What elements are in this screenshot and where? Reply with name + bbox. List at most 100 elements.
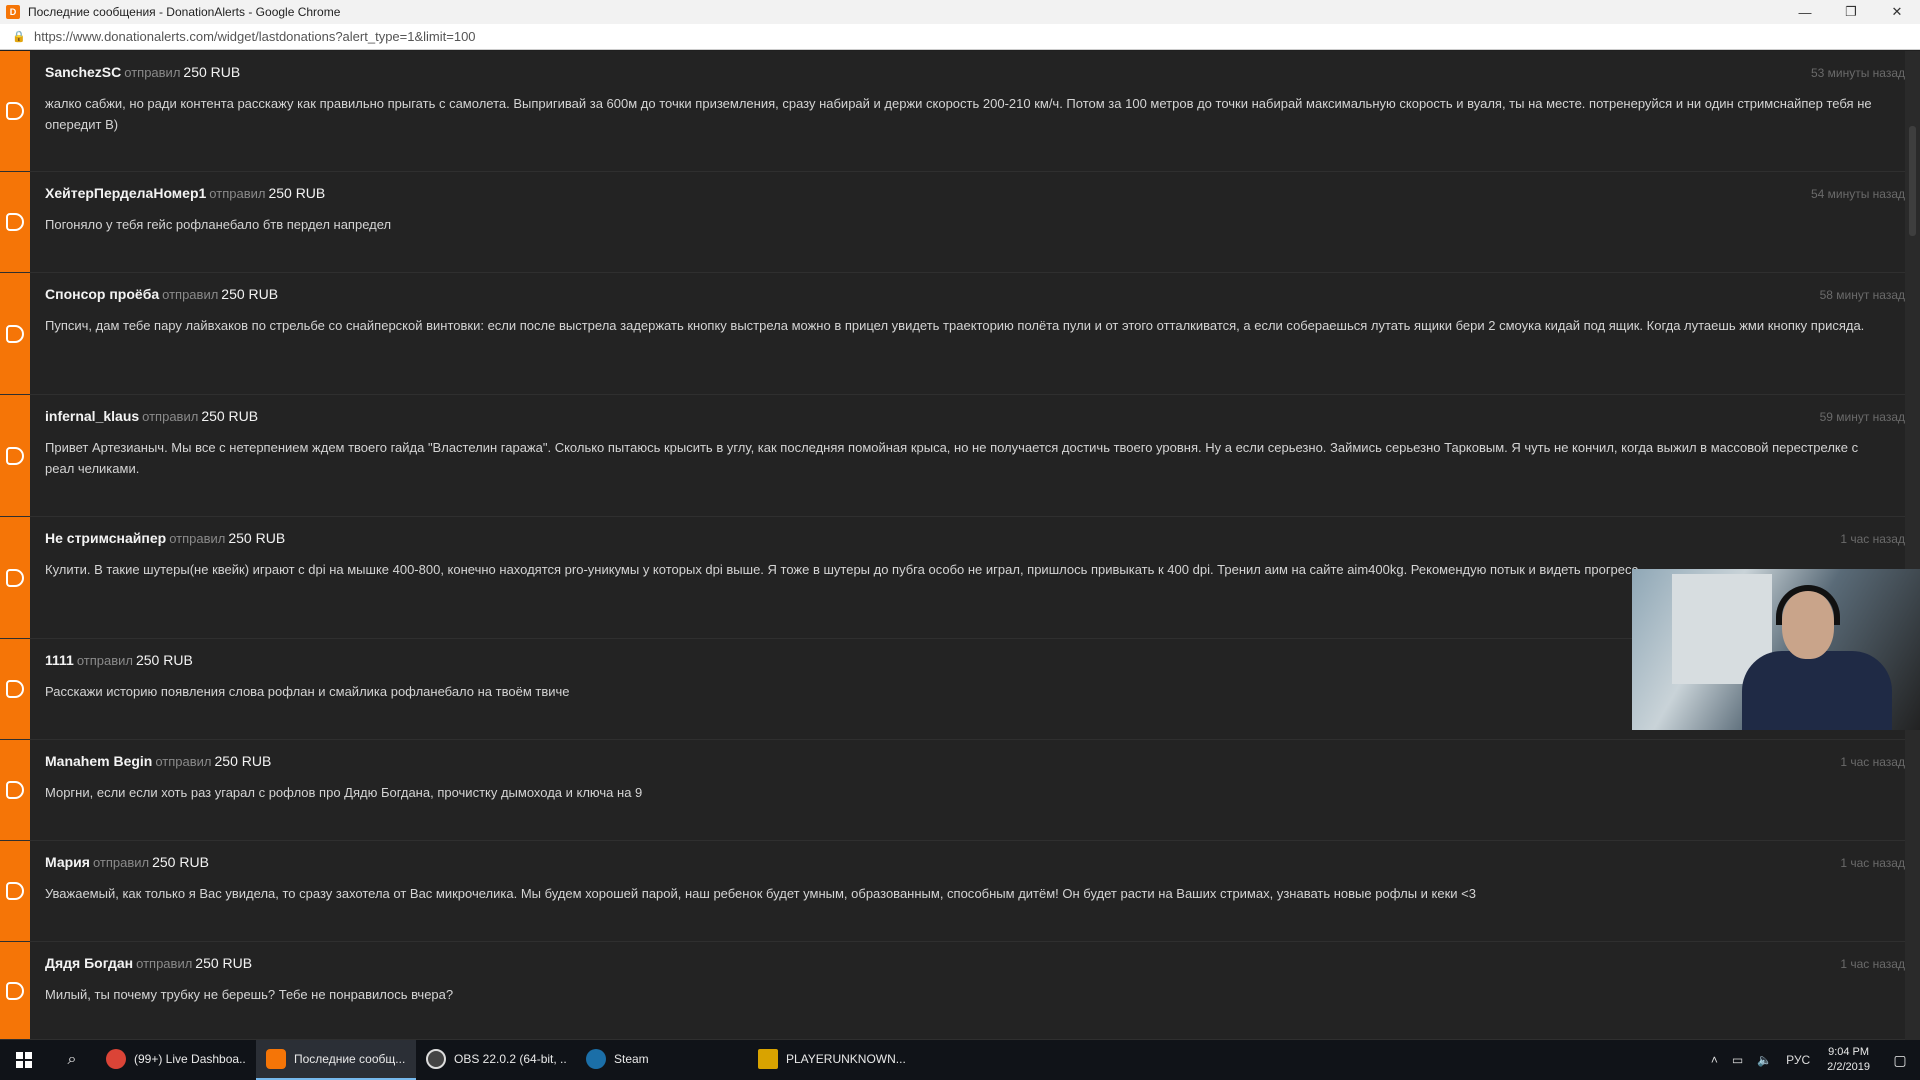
donation-amount: 250 RUB — [201, 408, 259, 424]
donation-time: 58 минут назад — [1819, 288, 1905, 302]
donation-header: Manahem Begin отправил 250 RUB — [45, 753, 271, 769]
donation-time: 53 минуты назад — [1810, 66, 1905, 80]
clock-time: 9:04 PM — [1828, 1046, 1870, 1058]
donation-message: жалко сабжи, но ради контента расскажу к… — [45, 96, 1872, 132]
taskbar-item-chrome[interactable]: (99+) Live Dashboa... — [96, 1040, 256, 1080]
steam-icon — [586, 1049, 606, 1069]
donation-item: Manahem Begin отправил 250 RUB 1 час назад… — [0, 740, 1905, 841]
windows-logo-icon — [16, 1052, 32, 1068]
start-button[interactable] — [0, 1040, 48, 1080]
donationalerts-logo-icon — [6, 781, 24, 799]
donor-name: Спонсор проёба — [45, 286, 160, 302]
donation-item: infernal_klaus отправил 250 RUB 59 минут н… — [0, 395, 1905, 517]
donation-strip — [0, 172, 30, 272]
donations-list: SanchezSC отправил 250 RUB 53 минуты назад… — [0, 51, 1920, 1040]
donationalerts-icon: D — [6, 5, 20, 19]
language-indicator[interactable]: РУС — [1779, 1053, 1817, 1067]
donationalerts-logo-icon — [6, 981, 24, 1000]
donation-strip — [0, 51, 30, 171]
donation-amount: 250 RUB — [228, 530, 286, 546]
scrollbar-thumb[interactable] — [1909, 126, 1916, 236]
lock-icon: 🔒 — [12, 31, 26, 43]
donation-verb: отправил — [169, 531, 226, 546]
donationalerts-icon — [266, 1049, 286, 1069]
donation-strip — [0, 639, 30, 739]
donation-header: Не стримснайпер отправил 250 RUB — [45, 530, 285, 546]
vertical-scrollbar[interactable] — [1905, 51, 1920, 1040]
windows-taskbar: ⌕ (99+) Live Dashboa... Последние сообщ.… — [0, 1040, 1920, 1080]
search-icon[interactable]: ⌕ — [48, 1040, 96, 1080]
donor-name: Мария — [45, 854, 90, 870]
taskbar-item-label: Последние сообщ... — [294, 1052, 406, 1066]
donation-verb: отправил — [76, 653, 133, 668]
donation-time: 54 минуты назад — [1810, 187, 1905, 201]
network-icon[interactable]: ▭ — [1725, 1053, 1750, 1067]
minimize-button[interactable]: — — [1782, 0, 1828, 24]
donation-amount: 250 RUB — [135, 652, 193, 668]
donation-verb: отправил — [92, 855, 150, 870]
donor-name: SanchezSC — [45, 64, 122, 80]
donation-header: 1111 отправил 250 RUB — [45, 652, 193, 668]
donor-name: Не стримснайпер — [45, 530, 167, 546]
pubg-icon — [758, 1049, 778, 1069]
volume-icon[interactable]: 🔈 — [1750, 1053, 1779, 1067]
donor-name: infernal_klaus — [45, 408, 140, 424]
donation-time: 1 час назад — [1840, 532, 1905, 546]
donor-name: Дядя Богдан — [45, 955, 134, 971]
donation-item: Не стримснайпер отправил 250 RUB 1 час наз… — [0, 517, 1905, 639]
clock[interactable]: 9:04 PM 2/2/2019 — [1817, 1045, 1880, 1075]
donation-time: 1 час назад — [1840, 755, 1905, 769]
taskbar-item-donationalerts[interactable]: Последние сообщ... — [256, 1040, 416, 1080]
taskbar-item-obs[interactable]: OBS 22.0.2 (64-bit, ... — [416, 1040, 576, 1080]
donation-amount: 250 RUB — [214, 753, 272, 769]
donation-header: Дядя Богдан отправил 250 RUB — [45, 955, 252, 971]
notification-icon[interactable]: ▢ — [1880, 1052, 1920, 1069]
taskbar-item-steam[interactable]: Steam — [576, 1040, 736, 1080]
webcam-person-body — [1742, 651, 1892, 730]
donation-strip — [0, 395, 30, 516]
donationalerts-logo-icon — [6, 324, 24, 343]
donation-message: Моргни, если если хоть раз угарал с рофл… — [45, 785, 643, 800]
donation-header: Мария отправил 250 RUB — [45, 854, 209, 870]
headset-icon — [1776, 585, 1840, 625]
donation-amount: 250 RUB — [221, 286, 279, 302]
system-tray: ˄ ▭ 🔈 РУС 9:04 PM 2/2/2019 ▢ — [1704, 1040, 1920, 1080]
taskbar-item-pubg[interactable]: PLAYERUNKNOWN... — [748, 1040, 948, 1080]
clock-date: 2/2/2019 — [1827, 1061, 1870, 1073]
address-bar[interactable]: 🔒 https://www.donationalerts.com/widget/… — [0, 24, 1920, 50]
donationalerts-logo-icon — [6, 102, 24, 120]
donation-message: Расскажи историю появления слова рофлан … — [45, 684, 570, 699]
taskbar-item-label: OBS 22.0.2 (64-bit, ... — [454, 1052, 566, 1066]
taskbar-item-label: (99+) Live Dashboa... — [134, 1052, 246, 1066]
webcam-overlay — [1632, 569, 1920, 730]
donation-time: 1 час назад — [1840, 856, 1905, 870]
donation-amount: 250 RUB — [195, 955, 253, 971]
donationalerts-logo-icon — [6, 568, 24, 587]
chevron-up-icon[interactable]: ˄ — [1704, 1053, 1725, 1067]
donation-message: Погоняло у тебя гейс рофланебало бтв пер… — [45, 217, 392, 232]
donation-item: Дядя Богдан отправил 250 RUB 1 час назад М… — [0, 942, 1905, 1040]
donation-amount: 250 RUB — [268, 185, 326, 201]
donation-verb: отправил — [155, 754, 212, 769]
taskbar-item-label: PLAYERUNKNOWN... — [786, 1052, 906, 1066]
donation-verb: отправил — [142, 409, 199, 424]
donation-item: Спонсор проёба отправил 250 RUB 58 минут н… — [0, 273, 1905, 395]
donation-item: 1111 отправил 250 RUB Расскажи историю поя… — [0, 639, 1905, 740]
donation-strip — [0, 740, 30, 840]
donation-amount: 250 RUB — [152, 854, 209, 870]
donation-amount: 250 RUB — [183, 64, 241, 80]
chrome-icon — [106, 1049, 126, 1069]
url-text[interactable]: https://www.donationalerts.com/widget/la… — [34, 29, 476, 44]
donation-verb: отправил — [209, 186, 266, 201]
donation-strip — [0, 841, 30, 941]
donor-name: Manahem Begin — [45, 753, 153, 769]
restore-button[interactable]: ❐ — [1828, 0, 1874, 24]
donation-verb: отправил — [136, 956, 193, 971]
close-button[interactable]: ✕ — [1874, 0, 1920, 24]
donation-item: SanchezSC отправил 250 RUB 53 минуты назад… — [0, 51, 1905, 172]
donation-strip — [0, 942, 30, 1039]
donation-time: 59 минут назад — [1819, 410, 1905, 424]
donation-message: Кулити. В такие шутеры(не квейк) играют … — [45, 562, 1642, 577]
taskbar-item-label: Steam — [614, 1052, 649, 1066]
donor-name: 1111 — [45, 652, 74, 668]
